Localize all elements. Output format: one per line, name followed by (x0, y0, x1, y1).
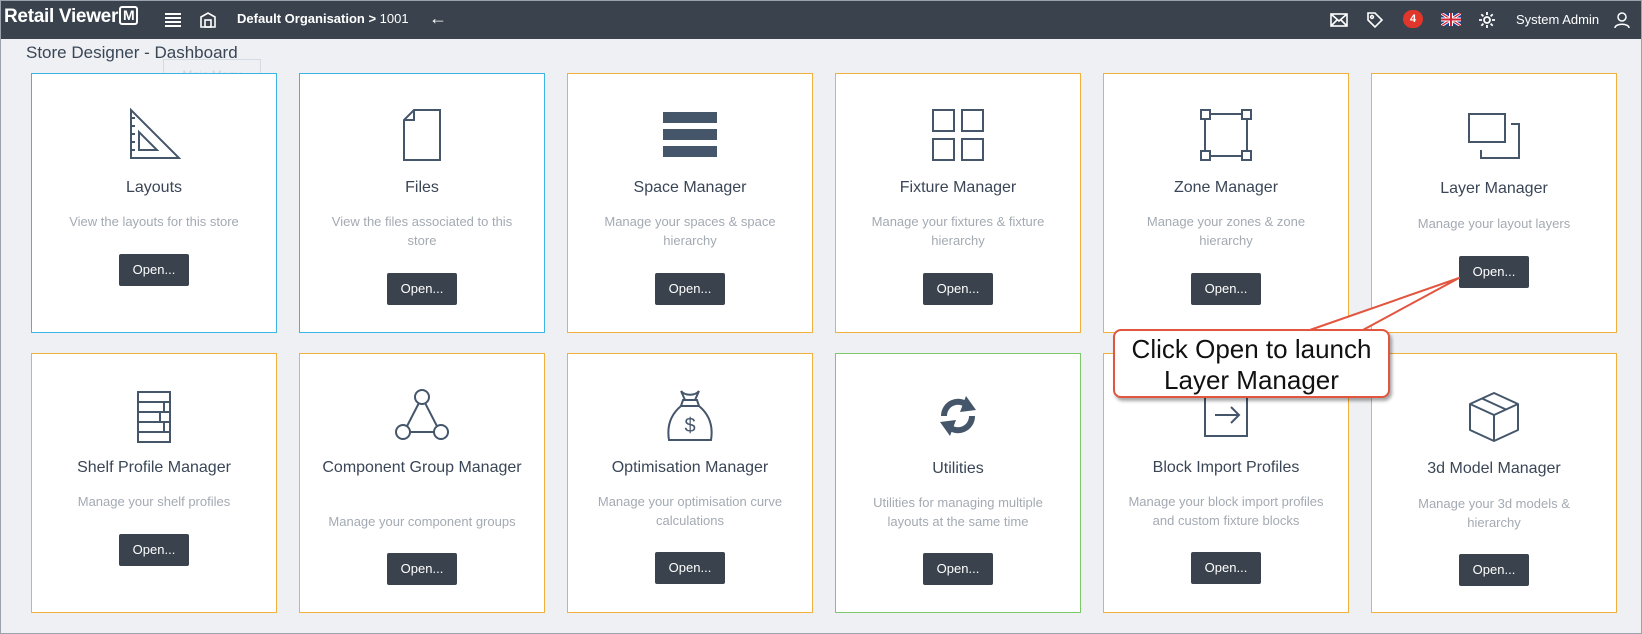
callout-line-2: Layer Manager (1164, 365, 1339, 395)
callout-annotation: Click Open to launch Layer Manager (1113, 329, 1390, 398)
app-window: Retail Viewer M Default Organisation > 10… (0, 0, 1642, 634)
callout-line-1: Click Open to launch (1131, 334, 1372, 364)
callout-pointer (1306, 277, 1460, 332)
